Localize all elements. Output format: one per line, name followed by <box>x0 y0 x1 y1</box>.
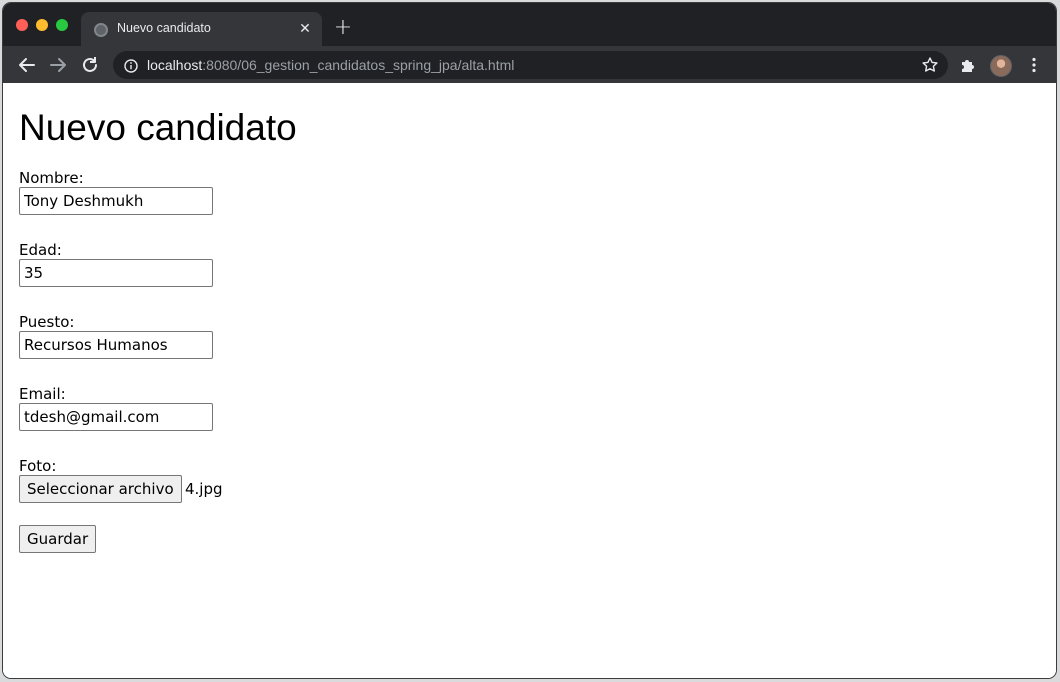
page-content: Nuevo candidato Nombre: Edad: Puesto: Em… <box>3 83 1056 678</box>
page-title: Nuevo candidato <box>19 107 297 148</box>
edad-label: Edad: <box>19 241 62 259</box>
info-icon[interactable] <box>124 58 138 73</box>
url-text: localhost:8080/06_gestion_candidatos_spr… <box>147 57 514 73</box>
browser-toolbar: localhost:8080/06_gestion_candidatos_spr… <box>3 46 1056 83</box>
nombre-input[interactable] <box>19 187 213 215</box>
url-path: :8080/06_gestion_candidatos_spring_jpa/a… <box>202 57 515 73</box>
tab-strip: Nuevo candidato ✕ + <box>3 3 1056 46</box>
star-icon[interactable] <box>921 56 939 74</box>
tab-title: Nuevo candidato <box>117 21 211 35</box>
foto-label: Foto: <box>19 457 57 475</box>
avatar[interactable] <box>990 55 1012 77</box>
email-label: Email: <box>19 385 66 403</box>
reload-icon[interactable] <box>79 54 101 76</box>
puesto-input[interactable] <box>19 331 213 359</box>
close-icon[interactable]: ✕ <box>296 20 314 38</box>
back-icon[interactable] <box>16 54 38 76</box>
close-window-button[interactable] <box>16 19 28 31</box>
minimize-window-button[interactable] <box>36 19 48 31</box>
globe-icon <box>94 23 108 37</box>
edad-input[interactable] <box>19 259 213 287</box>
selected-file-name: 4.jpg <box>185 480 223 498</box>
puesto-label: Puesto: <box>19 313 75 331</box>
guardar-button[interactable]: Guardar <box>19 525 97 553</box>
address-bar[interactable]: localhost:8080/06_gestion_candidatos_spr… <box>113 51 948 79</box>
nombre-label: Nombre: <box>19 169 84 187</box>
forward-icon[interactable] <box>47 54 69 76</box>
browser-window: Nuevo candidato ✕ + localhost:8080/06_ge… <box>3 3 1056 678</box>
menu-icon[interactable] <box>1025 56 1043 74</box>
extensions-icon[interactable] <box>959 56 977 74</box>
new-tab-button[interactable]: + <box>332 17 354 40</box>
email-input[interactable] <box>19 403 213 431</box>
url-host: localhost <box>147 57 203 73</box>
choose-file-button[interactable]: Seleccionar archivo <box>19 475 182 503</box>
tab-nuevo-candidato[interactable]: Nuevo candidato ✕ <box>81 12 322 46</box>
maximize-window-button[interactable] <box>56 19 68 31</box>
